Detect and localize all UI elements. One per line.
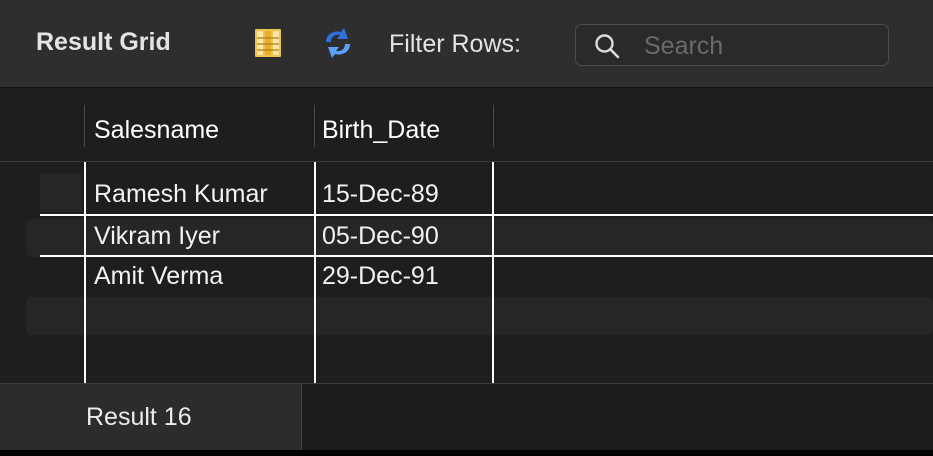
row-marker[interactable] (40, 174, 82, 212)
result-grid-toolbar: Result Grid Filter Rows: (0, 0, 933, 88)
refresh-icon[interactable] (320, 26, 356, 60)
tab-label: Result 16 (86, 403, 192, 431)
row-gridline (40, 255, 933, 257)
header-separator[interactable] (314, 105, 315, 147)
tab-result-16[interactable]: Result 16 (0, 384, 302, 452)
column-gridline (314, 162, 316, 383)
table-cell-salesname[interactable]: Vikram Iyer (94, 222, 220, 251)
column-header-salesname[interactable]: Salesname (94, 116, 219, 145)
column-gridline (84, 162, 86, 383)
result-grid-title: Result Grid (36, 28, 171, 56)
column-gridline (492, 162, 494, 383)
row-gridline (40, 214, 933, 216)
header-separator[interactable] (493, 105, 494, 147)
search-icon (595, 34, 620, 59)
table-cell-birth-date[interactable]: 05-Dec-90 (322, 222, 439, 251)
row-stripe (26, 297, 933, 335)
columns-grid-icon[interactable] (254, 28, 282, 58)
result-tab-bar: Result 16 (0, 383, 933, 456)
table-cell-salesname[interactable]: Amit Verma (94, 262, 223, 291)
result-grid: Salesname Birth_Date Ramesh Kumar 15-Dec… (0, 88, 933, 383)
column-header-birth-date[interactable]: Birth_Date (322, 116, 440, 145)
table-cell-salesname[interactable]: Ramesh Kumar (94, 180, 268, 209)
table-cell-birth-date[interactable]: 29-Dec-91 (322, 262, 439, 291)
table-cell-birth-date[interactable]: 15-Dec-89 (322, 180, 439, 209)
search-field[interactable] (575, 24, 889, 67)
search-input[interactable] (642, 25, 876, 67)
grid-header: Salesname Birth_Date (0, 88, 933, 162)
filter-rows-label: Filter Rows: (389, 30, 521, 58)
header-separator (84, 105, 85, 147)
window-bottom-edge (0, 450, 933, 456)
